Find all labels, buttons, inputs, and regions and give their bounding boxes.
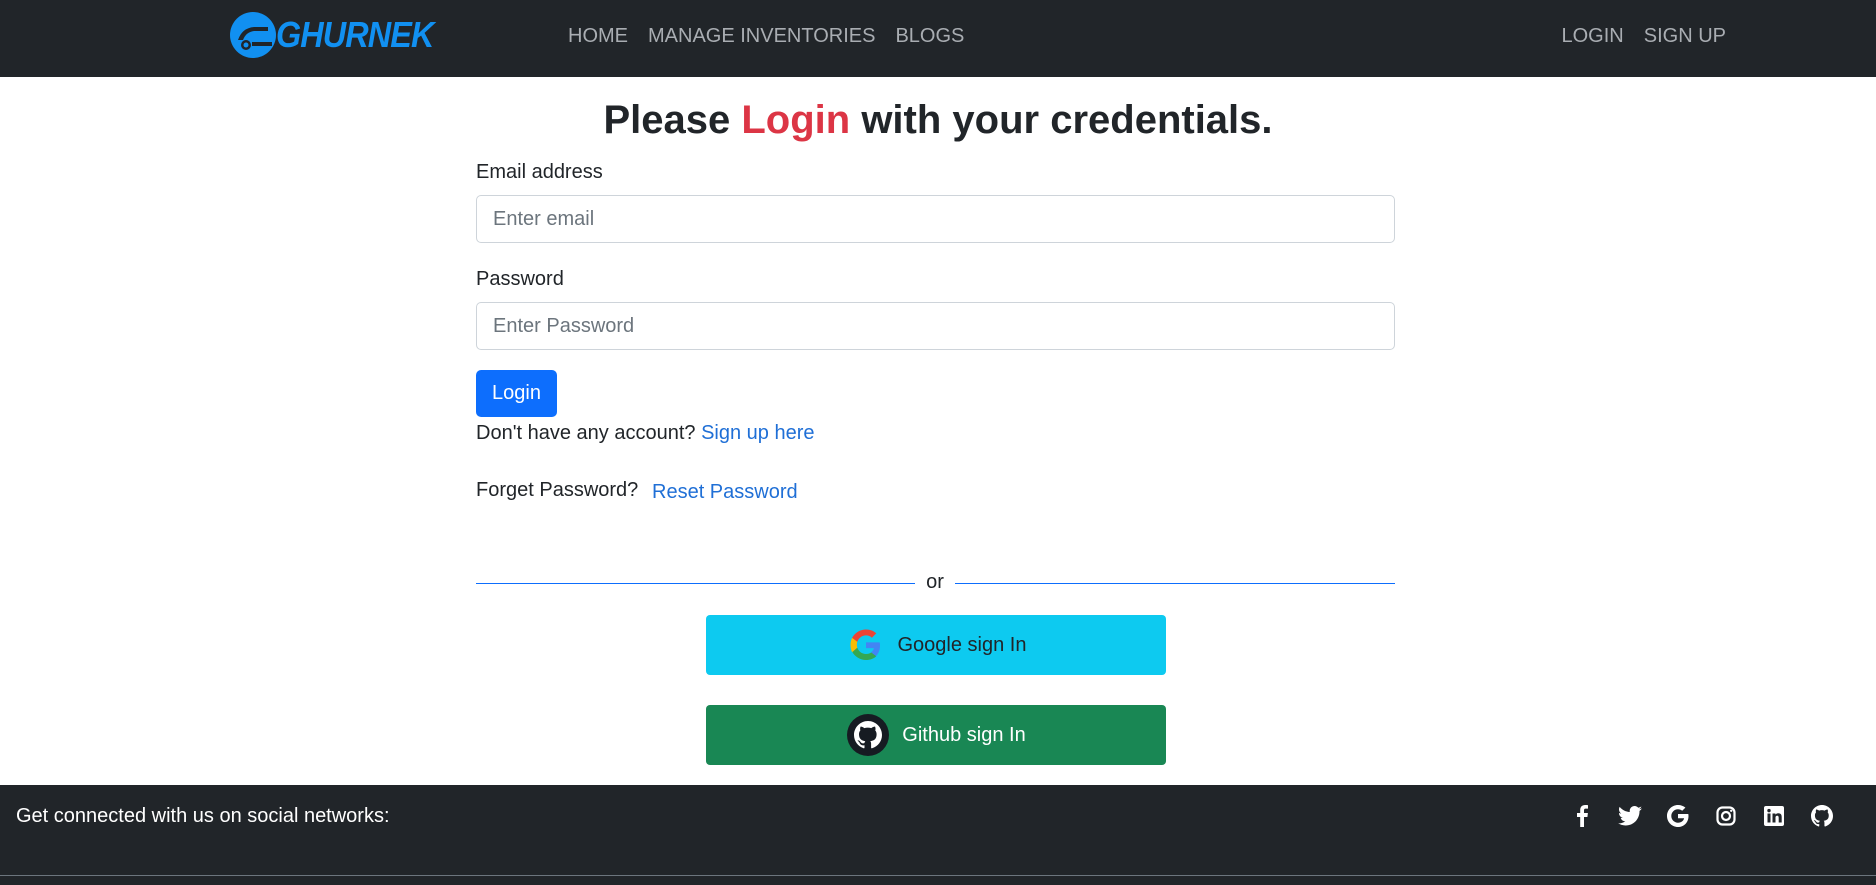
nav-login[interactable]: LOGIN: [1562, 25, 1624, 48]
facebook-icon[interactable]: [1568, 802, 1596, 830]
divider-line-right: [955, 583, 1395, 584]
footer: Get connected with us on social networks…: [0, 785, 1876, 885]
title-suffix: with your credentials.: [850, 98, 1273, 142]
twitter-icon[interactable]: [1616, 802, 1644, 830]
google-sign-in-button[interactable]: Google sign In: [706, 615, 1166, 675]
top-navbar: GHURNEK HOME MANAGE INVENTORIES BLOGS LO…: [0, 0, 1876, 77]
nav-home[interactable]: HOME: [568, 25, 628, 48]
divider-line-left: [476, 583, 915, 584]
google-button-label: Google sign In: [897, 633, 1027, 656]
title-prefix: Please: [603, 98, 742, 142]
password-label: Password: [476, 268, 564, 290]
nav-auth-links: LOGIN SIGN UP: [1542, 0, 1727, 72]
email-group: Email address: [476, 160, 1395, 243]
signup-prompt: Don't have any account?: [476, 422, 702, 444]
github-button-label: Github sign In: [902, 723, 1026, 746]
login-button[interactable]: Login: [476, 370, 557, 417]
instagram-icon[interactable]: [1712, 802, 1740, 830]
reset-password-link[interactable]: Reset Password: [652, 479, 798, 505]
title-accent: Login: [741, 98, 851, 142]
github-icon: [847, 714, 890, 756]
github-icon[interactable]: [1808, 802, 1836, 830]
forget-password-text: Forget Password?: [476, 479, 639, 501]
footer-divider: [0, 875, 1876, 876]
page-title: Please Login with your credentials.: [0, 98, 1876, 143]
sign-up-link[interactable]: Sign up here: [701, 422, 814, 444]
google-icon: [850, 629, 880, 660]
signup-prompt-line: Don't have any account? Sign up here: [476, 420, 815, 446]
password-group: Password: [476, 267, 1395, 350]
email-label: Email address: [476, 161, 603, 183]
nav-blogs[interactable]: BLOGS: [895, 25, 964, 48]
google-icon[interactable]: [1664, 802, 1692, 830]
brand-name: GHURNEK: [276, 14, 434, 55]
nav-sign-up[interactable]: SIGN UP: [1644, 25, 1726, 48]
divider-text: or: [926, 571, 944, 593]
nav-manage-inventories[interactable]: MANAGE INVENTORIES: [648, 25, 875, 48]
car-logo-icon: [230, 12, 276, 58]
footer-social-icons: [1548, 801, 1836, 831]
nav-links: HOME MANAGE INVENTORIES BLOGS: [568, 0, 984, 72]
or-divider: or: [476, 570, 1395, 594]
linkedin-icon[interactable]: [1760, 802, 1788, 830]
brand-logo[interactable]: GHURNEK: [228, 10, 451, 60]
password-input[interactable]: [476, 302, 1395, 350]
email-input[interactable]: [476, 195, 1395, 243]
github-sign-in-button[interactable]: Github sign In: [706, 705, 1166, 765]
footer-social-text: Get connected with us on social networks…: [16, 805, 390, 827]
